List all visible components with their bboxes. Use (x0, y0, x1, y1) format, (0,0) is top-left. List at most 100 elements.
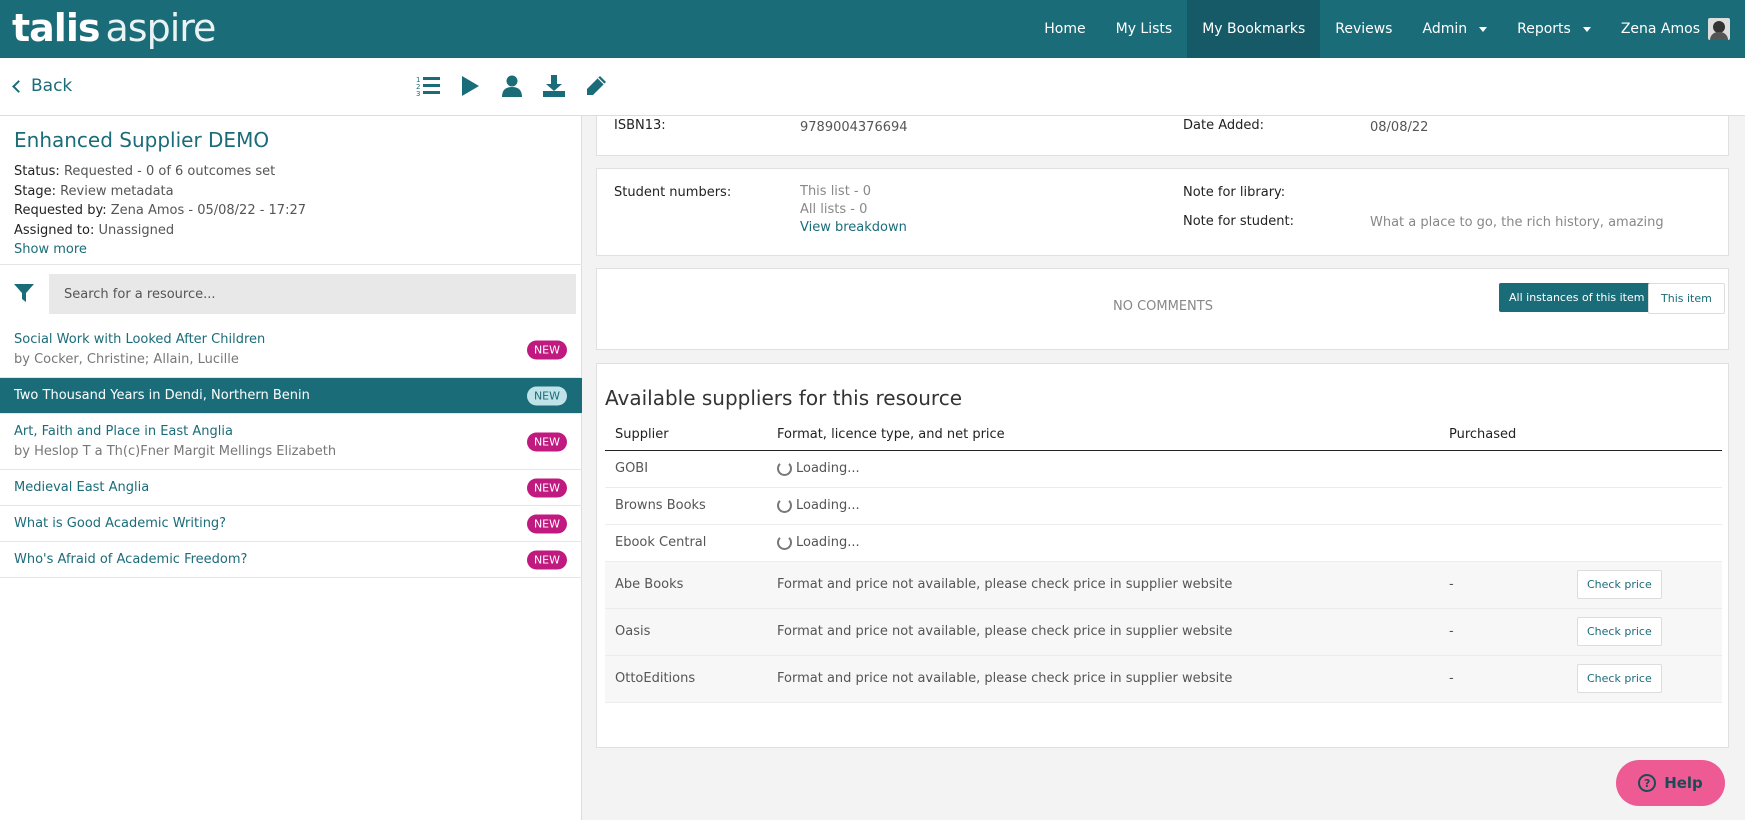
nav-admin[interactable]: Admin (1407, 0, 1502, 58)
nav-links: Home My Lists My Bookmarks Reviews Admin… (1029, 0, 1745, 58)
toolbar: Back 123 (0, 58, 1745, 116)
download-icon[interactable] (542, 74, 566, 98)
note-student-value: What a place to go, the rich history, am… (1370, 215, 1664, 230)
this-list-count: This list - 0 (800, 184, 872, 199)
caret-down-icon (1582, 26, 1591, 32)
supplier-name: Abe Books (605, 561, 767, 609)
table-header-row: Supplier Format, licence type, and net p… (605, 420, 1722, 451)
search-input[interactable] (49, 274, 576, 314)
supplier-name: Ebook Central (605, 524, 767, 562)
list-item[interactable]: Who's Afraid of Academic Freedom? NEW (0, 542, 582, 578)
spinner-icon (777, 535, 792, 550)
col-format: Format, licence type, and net price (767, 420, 1439, 451)
divider (0, 264, 582, 265)
note-library-label: Note for library: (1183, 185, 1286, 200)
status-label: Status: (14, 164, 60, 179)
comments-card: NO COMMENTS All instances of this item T… (596, 268, 1729, 350)
note-student-label: Note for student: (1183, 214, 1294, 229)
chevron-left-icon (12, 80, 25, 93)
help-button[interactable]: ? Help (1616, 760, 1725, 806)
list-item[interactable]: Social Work with Looked After Children b… (0, 322, 582, 378)
supplier-name: Browns Books (605, 487, 767, 525)
numbered-list-icon[interactable]: 123 (416, 74, 440, 98)
new-badge: NEW (526, 514, 567, 533)
list-item[interactable]: Art, Faith and Place in East Anglia by H… (0, 414, 582, 470)
top-navbar: talis aspire Home My Lists My Bookmarks R… (0, 0, 1745, 58)
suppliers-table: Supplier Format, licence type, and net p… (605, 420, 1722, 703)
nav-admin-label: Admin (1422, 21, 1468, 37)
table-row: GOBI Loading... (605, 450, 1722, 488)
nav-my-bookmarks[interactable]: My Bookmarks (1187, 0, 1321, 58)
play-icon[interactable] (458, 74, 482, 98)
format-info: Format and price not available, please c… (767, 561, 1439, 609)
check-price-button[interactable]: Check price (1577, 570, 1662, 599)
table-row: Browns Books Loading... (605, 487, 1722, 525)
resource-list: Social Work with Looked After Children b… (0, 322, 582, 578)
resource-title: Two Thousand Years in Dendi, Northern Be… (14, 388, 310, 403)
question-icon: ? (1638, 774, 1657, 792)
list-item[interactable]: Two Thousand Years in Dendi, Northern Be… (0, 378, 582, 414)
nav-home[interactable]: Home (1029, 0, 1100, 58)
purchased-value: - (1439, 561, 1567, 609)
nav-reviews[interactable]: Reviews (1320, 0, 1407, 58)
status-value: Requested - 0 of 6 outcomes set (63, 164, 276, 179)
no-comments-text: NO COMMENTS (1113, 299, 1213, 314)
status-row: Status: Requested - 0 of 6 outcomes set (14, 162, 306, 182)
isbn-card: ISBN13: 9789004376694 Date Added: 08/08/… (596, 116, 1729, 156)
nav-reports-label: Reports (1517, 21, 1571, 37)
resource-title: What is Good Academic Writing? (14, 516, 227, 531)
isbn-label: ISBN13: (614, 118, 666, 133)
check-price-button[interactable]: Check price (1577, 617, 1662, 646)
list-item[interactable]: What is Good Academic Writing? NEW (0, 506, 582, 542)
user-menu[interactable]: Zena Amos (1606, 0, 1745, 58)
stage-label: Stage: (14, 183, 56, 199)
all-instances-button[interactable]: All instances of this item (1499, 283, 1655, 312)
caret-down-icon (1479, 26, 1488, 32)
stage-value: Review metadata (60, 183, 174, 199)
loading-cell: Loading... (767, 487, 1439, 525)
request-meta: Status: Requested - 0 of 6 outcomes set … (14, 162, 306, 260)
talis-aspire-logo[interactable]: talis aspire (12, 6, 216, 50)
table-row: Oasis Format and price not available, pl… (605, 608, 1722, 656)
loading-text: Loading... (796, 498, 860, 513)
back-button[interactable]: Back (12, 76, 72, 96)
check-price-button[interactable]: Check price (1577, 664, 1662, 693)
show-more-link[interactable]: Show more (14, 240, 306, 260)
resource-title: Medieval East Anglia (14, 480, 150, 495)
requested-value: Zena Amos - 05/08/22 - 17:27 (110, 203, 307, 218)
assigned-value: Unassigned (98, 222, 175, 238)
nav-my-lists[interactable]: My Lists (1101, 0, 1188, 58)
date-added-value: 08/08/22 (1370, 120, 1429, 135)
new-badge: NEW (526, 340, 567, 359)
nav-reports[interactable]: Reports (1502, 0, 1606, 58)
logo-text-talis: talis (12, 6, 100, 50)
resource-title: Art, Faith and Place in East Anglia (14, 424, 233, 439)
svg-text:3: 3 (416, 90, 420, 97)
col-action (1567, 420, 1722, 451)
view-breakdown-link[interactable]: View breakdown (800, 220, 907, 235)
this-item-button[interactable]: This item (1648, 283, 1725, 314)
supplier-name: OttoEditions (605, 655, 767, 703)
list-item[interactable]: Medieval East Anglia NEW (0, 470, 582, 506)
user-name: Zena Amos (1620, 21, 1700, 37)
new-badge: NEW (526, 478, 567, 497)
spinner-icon (777, 498, 792, 513)
new-badge: NEW (526, 432, 567, 451)
pencil-icon[interactable] (584, 74, 608, 98)
logo-text-aspire: aspire (105, 6, 216, 50)
resource-authors: by Cocker, Christine; Allain, Lucille (14, 352, 239, 367)
user-icon[interactable] (500, 74, 524, 98)
date-added-label: Date Added: (1183, 118, 1265, 133)
supplier-name: Oasis (605, 608, 767, 656)
resource-title: Social Work with Looked After Children (14, 332, 266, 347)
request-title: Enhanced Supplier DEMO (14, 128, 270, 152)
isbn-value: 9789004376694 (800, 120, 908, 135)
filter-icon[interactable] (14, 284, 34, 306)
loading-text: Loading... (796, 461, 860, 476)
purchased-value: - (1439, 608, 1567, 656)
toolbar-icons: 123 (416, 74, 608, 98)
loading-cell: Loading... (767, 524, 1439, 562)
col-supplier: Supplier (605, 420, 767, 451)
spinner-icon (777, 461, 792, 476)
left-panel: Enhanced Supplier DEMO Status: Requested… (0, 116, 582, 820)
